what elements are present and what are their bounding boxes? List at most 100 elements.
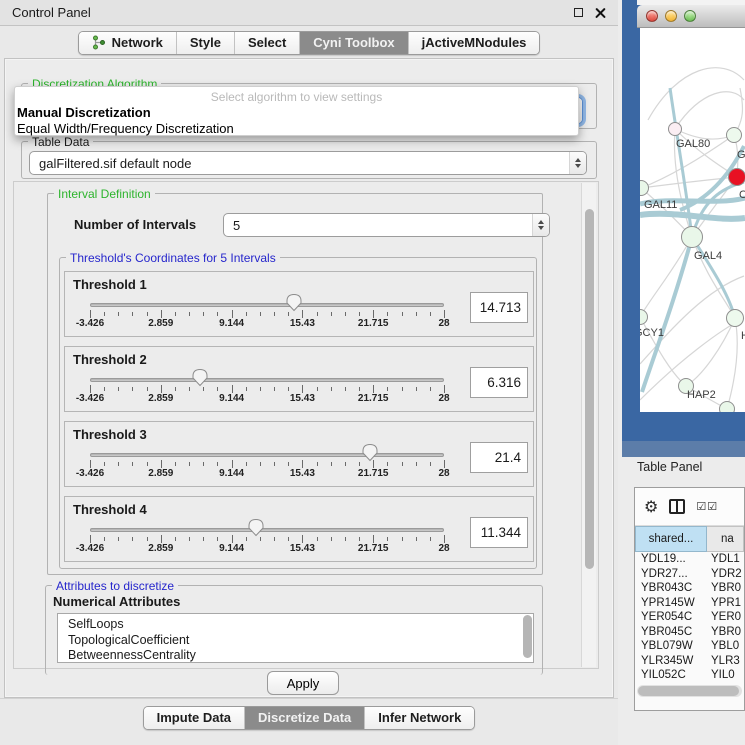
slider-track[interactable] [90, 303, 444, 307]
table-row[interactable]: YBL079WYBL0 [635, 639, 744, 654]
numerical-attributes-label: Numerical Attributes [53, 594, 180, 609]
threshold-slider[interactable]: -3.4262.8599.14415.4321.71528 [90, 293, 444, 335]
table-row[interactable]: YIL052CYIL0 [635, 668, 744, 682]
table-row[interactable]: YDR27...YDR2 [635, 567, 744, 582]
dropdown-option[interactable]: Manual Discretization [15, 104, 578, 120]
num-intervals-combo[interactable]: 5 [223, 213, 550, 237]
tab-jactivemnodules[interactable]: jActiveMNodules [408, 32, 540, 54]
threshold-value-field[interactable]: 11.344 [470, 517, 528, 548]
slider-thumb[interactable] [286, 293, 303, 312]
tab-style[interactable]: Style [176, 32, 234, 54]
node-label: C [739, 189, 745, 201]
slider-thumb[interactable] [361, 443, 378, 462]
threshold-value-field[interactable]: 6.316 [470, 367, 528, 398]
tick-mark [430, 462, 431, 466]
network-node[interactable] [726, 127, 742, 143]
scale-label: 9.144 [219, 393, 244, 404]
table-row[interactable]: YDL19...YDL1 [635, 552, 744, 567]
table-horizontal-scrollbar[interactable] [637, 685, 742, 697]
network-node[interactable] [668, 122, 682, 136]
tick-mark [189, 537, 190, 541]
table-row[interactable]: YPR145WYPR1 [635, 596, 744, 611]
table-row[interactable]: YER054CYER0 [635, 610, 744, 625]
table-panel: ⚙ ☑☑ shared... na YDL19...YDL1YDR27...YD… [634, 487, 745, 711]
network-canvas[interactable]: GAL80GCGAL11GAL4GCY1HHAP2 [640, 28, 745, 412]
tab-select[interactable]: Select [234, 32, 299, 54]
scrollbar-thumb[interactable] [585, 209, 594, 569]
tick-mark [373, 385, 374, 393]
tab-impute-data[interactable]: Impute Data [144, 707, 244, 729]
slider-thumb[interactable] [191, 368, 208, 387]
attribute-list-item[interactable]: SelfLoops [68, 617, 533, 633]
tick-mark [246, 387, 247, 391]
node-label: HAP2 [687, 389, 716, 401]
tab-cyni-toolbox[interactable]: Cyni Toolbox [299, 32, 407, 54]
numerical-attributes-list[interactable]: SelfLoopsTopologicalCoefficientBetweenne… [57, 613, 534, 663]
slider-thumb[interactable] [248, 518, 265, 537]
network-window-titlebar[interactable] [637, 5, 745, 28]
slider-track[interactable] [90, 453, 444, 457]
tick-mark [189, 312, 190, 316]
list-scrollbar[interactable] [523, 615, 532, 658]
columns-icon[interactable] [669, 499, 685, 514]
close-traffic-light-icon[interactable] [646, 10, 658, 22]
tick-mark [260, 387, 261, 391]
zoom-traffic-light-icon[interactable] [684, 10, 696, 22]
select-columns-checkboxes-icon[interactable]: ☑☑ [696, 500, 718, 513]
dropdown-option[interactable]: Equal Width/Frequency Discretization [15, 120, 578, 136]
scrollbar-thumb[interactable] [638, 686, 739, 696]
slider-track[interactable] [90, 528, 444, 532]
column-header-name[interactable]: na [707, 526, 744, 552]
attribute-list-item[interactable]: TopologicalCoefficient [68, 633, 533, 649]
tick-mark [430, 537, 431, 541]
tab-network[interactable]: Network [79, 32, 176, 54]
tick-mark [430, 312, 431, 316]
cell-shared-name: YBR045C [635, 626, 707, 638]
tick-mark [132, 312, 133, 316]
tick-mark [104, 462, 105, 466]
scale-label: 2.859 [148, 318, 173, 329]
close-icon[interactable] [595, 7, 606, 18]
column-header-shared-name[interactable]: shared... [635, 526, 707, 552]
tick-mark [317, 462, 318, 466]
content-scrollbar[interactable] [581, 183, 596, 667]
tick-mark [274, 312, 275, 316]
tab-discretize-data[interactable]: Discretize Data [244, 707, 364, 729]
tick-mark [246, 462, 247, 466]
window-title: Control Panel [12, 5, 91, 20]
tick-mark [288, 312, 289, 316]
tick-mark [288, 387, 289, 391]
threshold-value-field[interactable]: 14.713 [470, 292, 528, 323]
gear-icon[interactable]: ⚙ [644, 499, 658, 515]
tick-mark [288, 462, 289, 466]
table-row[interactable]: YBR043CYBR0 [635, 581, 744, 596]
float-window-icon[interactable] [574, 8, 583, 17]
network-node[interactable] [719, 401, 735, 412]
tick-mark [147, 312, 148, 316]
tick-mark [359, 312, 360, 316]
threshold-slider[interactable]: -3.4262.8599.14415.4321.71528 [90, 518, 444, 560]
tab-infer-network[interactable]: Infer Network [364, 707, 474, 729]
network-node[interactable] [726, 309, 744, 327]
attribute-list-item[interactable]: BetweennessCentrality [68, 648, 533, 663]
threshold-slider[interactable]: -3.4262.8599.14415.4321.71528 [90, 443, 444, 485]
table-row[interactable]: YLR345WYLR3 [635, 654, 744, 669]
tick-mark [175, 537, 176, 541]
table-row[interactable]: YBR045CYBR0 [635, 625, 744, 640]
slider-ticks [90, 309, 444, 318]
table-panel-toolbar: ⚙ ☑☑ [635, 488, 744, 526]
cell-name: YER0 [707, 611, 744, 623]
network-node[interactable] [681, 226, 703, 248]
slider-track[interactable] [90, 378, 444, 382]
minimize-traffic-light-icon[interactable] [665, 10, 677, 22]
combo-stepper-icon[interactable] [532, 214, 549, 236]
network-node[interactable] [728, 168, 745, 186]
threshold-label: Threshold 1 [73, 277, 147, 292]
threshold-slider[interactable]: -3.4262.8599.14415.4321.71528 [90, 368, 444, 410]
threshold-value-field[interactable]: 21.4 [470, 442, 528, 473]
apply-button[interactable]: Apply [267, 671, 339, 695]
tick-mark [288, 537, 289, 541]
tick-mark [232, 460, 233, 468]
table-data-combo[interactable]: galFiltered.sif default node [29, 151, 587, 175]
combo-stepper-icon[interactable] [569, 152, 586, 174]
